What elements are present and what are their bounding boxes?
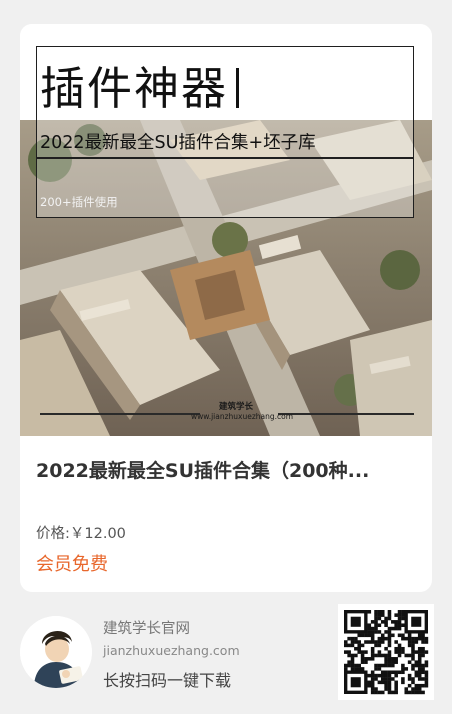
- banner-caption: 200+插件使用: [40, 195, 118, 209]
- watermark-cn: 建筑学长: [218, 402, 253, 412]
- subtitle-underline: [36, 157, 414, 159]
- avatar: [20, 616, 92, 688]
- site-name[interactable]: 建筑学长官网: [103, 617, 190, 638]
- scan-tip: 长按扫码一键下载: [103, 671, 232, 690]
- product-price: 价格:￥12.00: [36, 526, 126, 542]
- site-url[interactable]: jianzhuxuezhang.com: [103, 643, 240, 658]
- product-title[interactable]: 2022最新最全SU插件合集（200种...: [36, 458, 416, 484]
- text-cursor: [236, 68, 240, 108]
- banner-subtitle: 2022最新最全SU插件合集+坯子库: [40, 133, 316, 153]
- qr-code[interactable]: [338, 604, 434, 700]
- qr-code-icon: [344, 610, 429, 695]
- watermark-line-left: [40, 413, 200, 415]
- watermark-line-right: [278, 413, 414, 415]
- banner-title-text: 插件神器: [40, 62, 229, 115]
- product-card[interactable]: 插件神器 2022最新最全SU插件合集+坯子库 200+插件使用 建筑学长 ww…: [20, 24, 432, 592]
- banner-title: 插件神器: [40, 62, 240, 115]
- avatar-illustration-icon: [20, 616, 92, 688]
- banner-image: 插件神器 2022最新最全SU插件合集+坯子库 200+插件使用 建筑学长 ww…: [20, 24, 432, 436]
- watermark-url: www.jianzhuxuezhang.com: [191, 412, 294, 421]
- watermark: 建筑学长 www.jianzhuxuezhang.com: [191, 402, 294, 422]
- member-free-badge: 会员免费: [36, 554, 108, 575]
